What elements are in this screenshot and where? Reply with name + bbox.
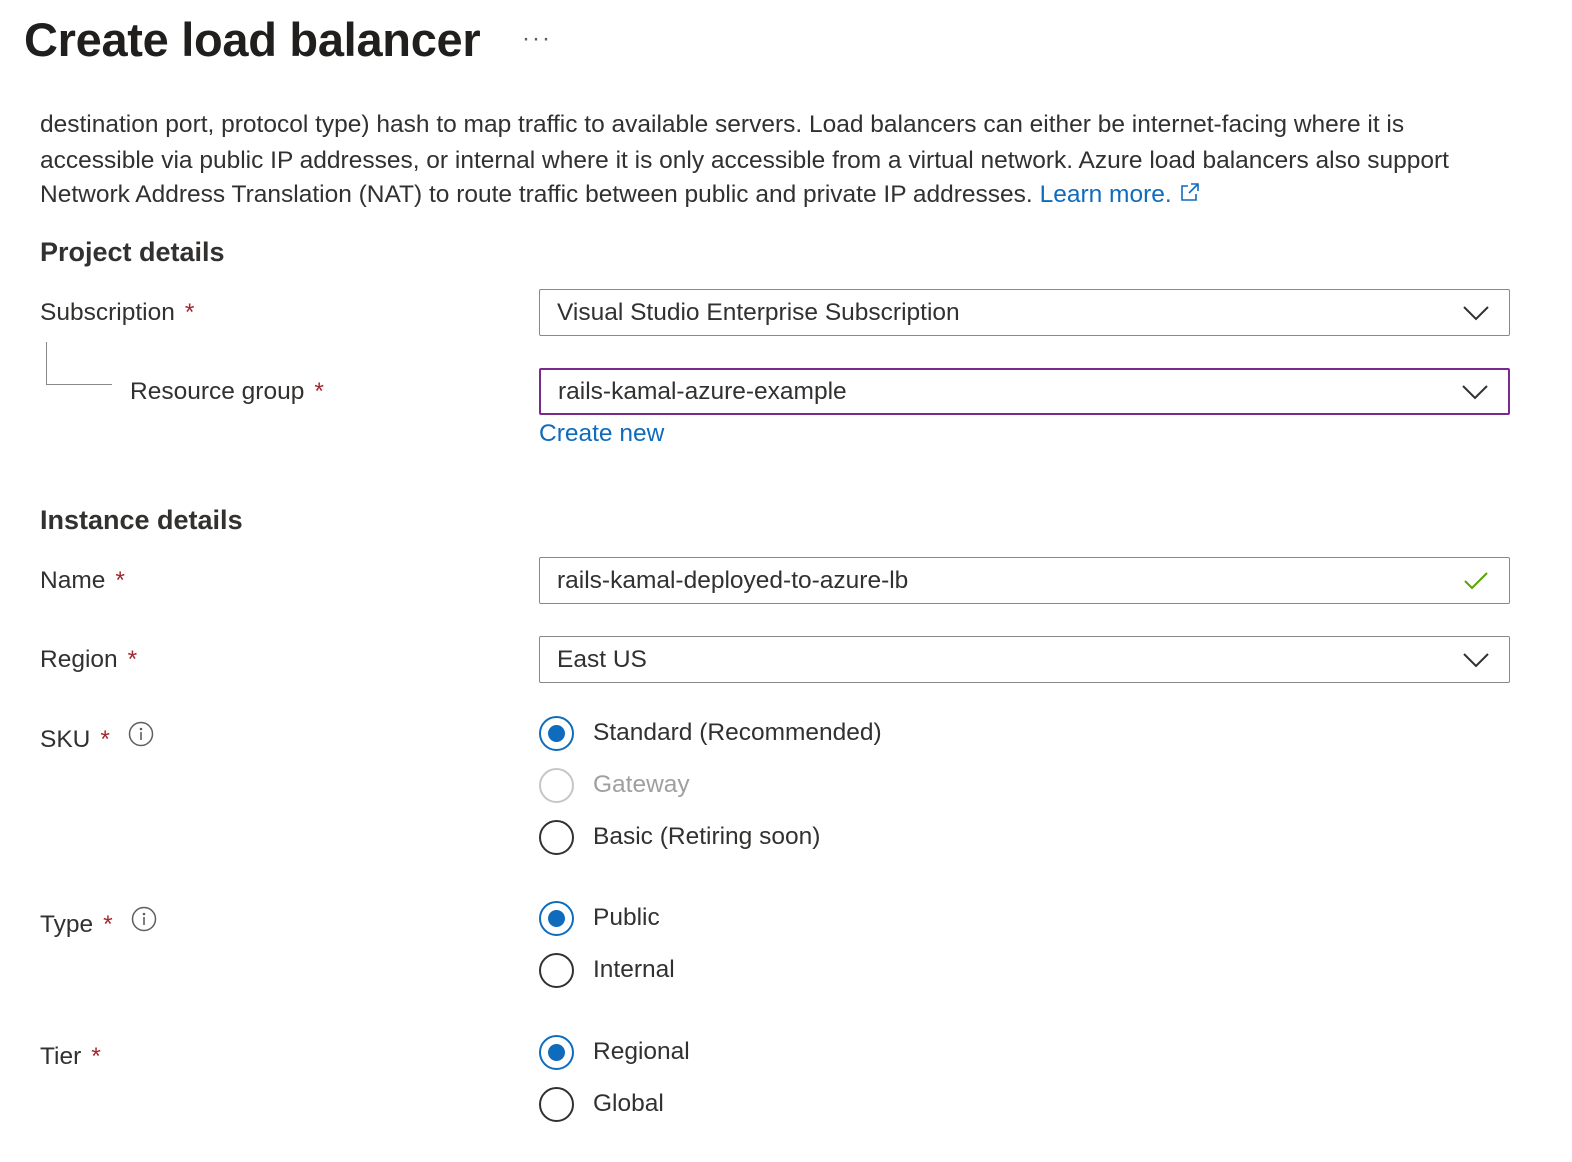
- type-label-text: Type: [40, 911, 94, 938]
- required-indicator: *: [184, 299, 195, 326]
- required-indicator: *: [314, 378, 324, 405]
- instance-details-heading: Instance details: [40, 505, 243, 535]
- page-title: Create load balancer: [24, 13, 481, 66]
- chevron-down-icon[interactable]: [1461, 303, 1491, 323]
- resource-group-label: Resource group *: [130, 375, 324, 409]
- sku-option-label: Gateway: [593, 771, 690, 798]
- radio-button-checked[interactable]: [539, 715, 574, 751]
- tier-option-regional[interactable]: Regional: [539, 1032, 690, 1072]
- resource-group-value: rails-kamal-azure-example: [558, 377, 847, 405]
- learn-more-link[interactable]: Learn more.: [1040, 181, 1200, 208]
- radio-button[interactable]: [539, 952, 574, 988]
- sku-option-label: Standard (Recommended): [593, 719, 882, 746]
- name-input[interactable]: rails-kamal-deployed-to-azure-lb: [539, 557, 1510, 604]
- create-new-link[interactable]: Create new: [539, 417, 664, 451]
- tier-option-label: Global: [593, 1090, 664, 1117]
- type-option-label: Internal: [593, 956, 675, 983]
- tier-option-label: Regional: [593, 1038, 690, 1065]
- tree-connector: [46, 342, 112, 385]
- required-indicator: *: [100, 726, 110, 753]
- tier-label-text: Tier: [40, 1043, 82, 1070]
- subscription-label-text: Subscription: [40, 299, 175, 326]
- sku-option-standard[interactable]: Standard (Recommended): [539, 713, 882, 753]
- project-details-heading: Project details: [40, 237, 225, 267]
- type-option-public[interactable]: Public: [539, 898, 660, 938]
- name-label: Name *: [40, 564, 125, 598]
- sku-label: SKU *: [40, 721, 154, 757]
- chevron-down-icon[interactable]: [1461, 650, 1491, 670]
- name-label-text: Name: [40, 567, 106, 594]
- create-load-balancer-page: Create load balancer ··· destination por…: [0, 0, 1572, 1162]
- radio-button[interactable]: [539, 819, 574, 855]
- required-indicator: *: [91, 1043, 101, 1070]
- chevron-down-icon[interactable]: [1460, 382, 1490, 402]
- required-indicator: *: [127, 646, 138, 673]
- more-options-button[interactable]: ···: [522, 24, 552, 54]
- required-indicator: *: [115, 567, 125, 594]
- resource-group-label-text: Resource group: [130, 378, 305, 405]
- radio-button-checked[interactable]: [539, 1034, 574, 1070]
- type-label: Type *: [40, 906, 157, 942]
- region-label: Region *: [40, 643, 137, 677]
- region-value: East US: [557, 645, 647, 673]
- subscription-value: Visual Studio Enterprise Subscription: [557, 298, 960, 326]
- type-option-label: Public: [593, 904, 660, 931]
- description-line-3-text: Network Address Translation (NAT) to rou…: [40, 181, 1033, 208]
- subscription-label: Subscription *: [40, 296, 194, 330]
- info-icon[interactable]: [128, 721, 154, 757]
- radio-button-checked[interactable]: [539, 900, 574, 936]
- region-label-text: Region: [40, 646, 118, 673]
- external-link-icon[interactable]: [1180, 178, 1200, 212]
- sku-option-basic[interactable]: Basic (Retiring soon): [539, 817, 820, 857]
- region-dropdown[interactable]: East US: [539, 636, 1510, 683]
- radio-button-disabled: [539, 767, 574, 803]
- description-line-1: destination port, protocol type) hash to…: [40, 114, 1405, 138]
- sku-label-text: SKU: [40, 726, 91, 753]
- name-value[interactable]: rails-kamal-deployed-to-azure-lb: [540, 567, 1461, 595]
- description: destination port, protocol type) hash to…: [40, 114, 1540, 218]
- tier-label: Tier *: [40, 1040, 101, 1074]
- radio-button[interactable]: [539, 1086, 574, 1122]
- required-indicator: *: [103, 911, 113, 938]
- sku-option-gateway: Gateway: [539, 765, 690, 805]
- info-icon[interactable]: [131, 906, 157, 942]
- description-line-3: Network Address Translation (NAT) to rou…: [40, 178, 1200, 212]
- resource-group-dropdown[interactable]: rails-kamal-azure-example: [539, 368, 1510, 415]
- subscription-dropdown[interactable]: Visual Studio Enterprise Subscription: [539, 289, 1510, 336]
- tier-option-global[interactable]: Global: [539, 1084, 664, 1124]
- learn-more-label[interactable]: Learn more.: [1040, 181, 1172, 208]
- type-option-internal[interactable]: Internal: [539, 950, 675, 990]
- description-line-2: accessible via public IP addresses, or i…: [40, 147, 1449, 174]
- sku-option-label: Basic (Retiring soon): [593, 823, 821, 850]
- checkmark-icon: [1461, 571, 1491, 591]
